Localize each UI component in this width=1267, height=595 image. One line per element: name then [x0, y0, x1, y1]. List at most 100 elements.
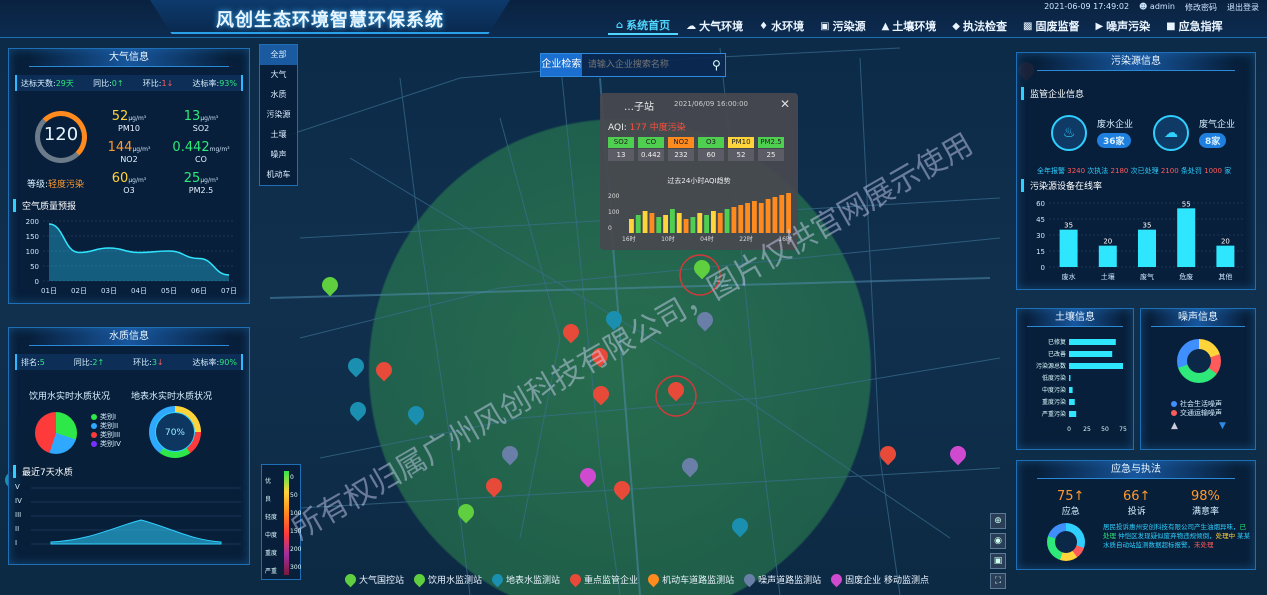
- fullscreen-icon[interactable]: ⛶: [990, 573, 1006, 589]
- xtick-label: 50: [1101, 426, 1109, 433]
- legend-drinking-water[interactable]: 饮用水监测站: [411, 571, 483, 588]
- map-controls: ⊕ ◉ ▣ ⛶: [990, 513, 1006, 589]
- water-legend: 类别I 类别II 类别III 类别IV: [91, 412, 121, 448]
- solid-waste-icon: [828, 571, 845, 588]
- legend-key-enterprise[interactable]: 重点监管企业: [567, 571, 638, 588]
- emergency-panel-title: 应急与执法: [1037, 461, 1235, 479]
- surface-water-title: 地表水实时水质状况: [131, 392, 213, 402]
- pollution-summary: 全年报警 3240 次执法 2180 次已处理 2100 条处罚 1000 家: [1037, 166, 1231, 176]
- emergency-donut: [1047, 523, 1085, 561]
- pollutant-unit: mg/m³: [209, 146, 230, 153]
- nav-water[interactable]: ♦ 水环境: [751, 17, 812, 35]
- rate-value: 93%: [219, 78, 237, 88]
- level-label: 重度: [265, 550, 278, 557]
- search-category-button[interactable]: 企业检索: [541, 54, 582, 76]
- nav-label: 大气环境: [699, 20, 744, 33]
- arrow-up-icon: ↑: [1139, 489, 1151, 504]
- map-style-icon[interactable]: ▣: [990, 553, 1006, 569]
- aqi-trend-bar: [731, 207, 737, 233]
- close-icon[interactable]: ✕: [780, 97, 790, 111]
- air-mom: 环比:1↓: [143, 78, 174, 89]
- legend-next-icon[interactable]: ▼: [1219, 421, 1226, 431]
- ytick-label: 200: [26, 218, 39, 226]
- legend-vehicle-station[interactable]: 机动车道路监测站: [645, 571, 734, 588]
- locate-icon[interactable]: ⊕: [990, 513, 1006, 529]
- waste-water-count: 36家: [1097, 133, 1131, 148]
- aqi-color-scale: [284, 471, 289, 575]
- nav-home[interactable]: ⌂ 系统首页: [608, 17, 679, 35]
- pollutant-so2: 13μg/m³ SO2: [171, 109, 231, 133]
- water-week-chart: V IV III II I: [15, 480, 243, 556]
- legend-air-station[interactable]: 大气国控站: [342, 571, 404, 588]
- online-rate-chart: 60 45 30 15 0 35 废水 20 土壤 35 废气 55 危废 20 其他: [1036, 200, 1245, 281]
- rank-value: 5: [39, 357, 45, 367]
- stat-complaint: 66↑ 投诉: [1123, 489, 1150, 517]
- nav-soil[interactable]: ▲ 土壤环境: [874, 17, 945, 35]
- nav-label: 系统首页: [626, 19, 671, 32]
- soil-bar: [1069, 399, 1075, 405]
- aqi-trend-bar: [752, 201, 757, 233]
- pollutant-unit: μg/m³: [200, 115, 219, 122]
- nav-noise[interactable]: ▶ 噪声污染: [1087, 17, 1158, 35]
- legend-label: 饮用水监测站: [428, 576, 483, 586]
- nav-enforcement[interactable]: ◆ 执法检查: [944, 17, 1015, 35]
- search-input[interactable]: [581, 54, 708, 76]
- pollutant-co: 0.442mg/m³ CO: [171, 140, 231, 164]
- layer-tab-pollution[interactable]: 污染源: [260, 105, 297, 125]
- summary-text: 家: [1224, 167, 1232, 175]
- nav-solid-waste[interactable]: ▩ 固废监督: [1015, 17, 1087, 35]
- layer-tab-water[interactable]: 水质: [260, 85, 297, 105]
- regulated-enterprise-title: 监管企业信息: [1021, 87, 1084, 100]
- layer-tab-all[interactable]: 全部: [260, 45, 297, 65]
- aqi-trend-bar: [683, 219, 689, 233]
- drink-water-pie: [35, 412, 77, 454]
- layer-tab-air[interactable]: 大气: [260, 65, 297, 85]
- level-label: 优: [265, 478, 272, 485]
- aqi-trend-bar: [642, 211, 648, 233]
- app-title: 风创生态环境智慧环保系统: [216, 10, 444, 31]
- layers-icon[interactable]: ◉: [990, 533, 1006, 549]
- summary-value: 2100: [1160, 167, 1179, 175]
- yoy-label: 同比:: [93, 78, 112, 88]
- nav-emergency[interactable]: ■ 应急指挥: [1158, 17, 1230, 35]
- nav-label: 执法检查: [963, 20, 1007, 33]
- ytick-label: 0: [1041, 264, 1045, 272]
- surface-water-donut: 70%: [149, 406, 201, 458]
- change-password-link[interactable]: 修改密码: [1185, 2, 1217, 13]
- logout-link[interactable]: 退出登录: [1227, 2, 1259, 13]
- aqi-trend-bar: [629, 219, 634, 233]
- ytick: II: [15, 525, 20, 533]
- surface-water-icon: [489, 571, 506, 588]
- legend-noise-station[interactable]: 噪声道路监测站: [741, 571, 821, 588]
- legend-label: 交通运输噪声: [1180, 408, 1222, 417]
- popup-pollutant: SO2 13: [608, 137, 634, 161]
- aqi-trend-bar: [635, 215, 641, 233]
- legend-surface-water[interactable]: 地表水监测站: [489, 571, 560, 588]
- layer-tab-soil[interactable]: 土壤: [260, 125, 297, 145]
- air-forecast-chart: 200 150 100 50 001日 02日 03日 04日 05日 06日 07日: [26, 218, 237, 295]
- xtick-label: 危废: [1179, 272, 1193, 281]
- nav-pollution[interactable]: ▣ 污染源: [812, 17, 873, 35]
- rate-value: 90%: [219, 357, 237, 367]
- factory-icon: ▣: [820, 20, 830, 32]
- category-label: 重度污染: [1042, 398, 1066, 406]
- layer-tab-noise[interactable]: 噪声: [260, 145, 297, 165]
- search-icon[interactable]: ⚲: [707, 54, 725, 76]
- popup-time: 2021/06/09 16:00:00: [674, 100, 749, 108]
- arrow-up-icon: ↑: [97, 357, 105, 367]
- home-icon: ⌂: [616, 19, 624, 31]
- stat-label: 应急: [1061, 507, 1080, 517]
- pollutant-name: PM10: [728, 137, 754, 148]
- nav-label: 污染源: [832, 20, 866, 33]
- pollutant-name: CO: [638, 137, 664, 148]
- waste-water-label: 废水企业: [1097, 120, 1134, 130]
- drinking-water-icon: [411, 571, 428, 588]
- layer-tab-vehicle[interactable]: 机动车: [260, 165, 297, 185]
- pollutant-unit: μg/m³: [200, 177, 219, 184]
- legend-solid-waste[interactable]: 固废企业 移动监测点: [828, 571, 929, 588]
- aqi-trend-bar: [738, 205, 744, 233]
- nav-air[interactable]: ☁ 大气环境: [678, 17, 751, 35]
- pollutant-value: 0.442: [172, 140, 210, 155]
- legend-prev-icon[interactable]: ▲: [1171, 421, 1178, 431]
- pollutant-value: 25: [183, 171, 201, 186]
